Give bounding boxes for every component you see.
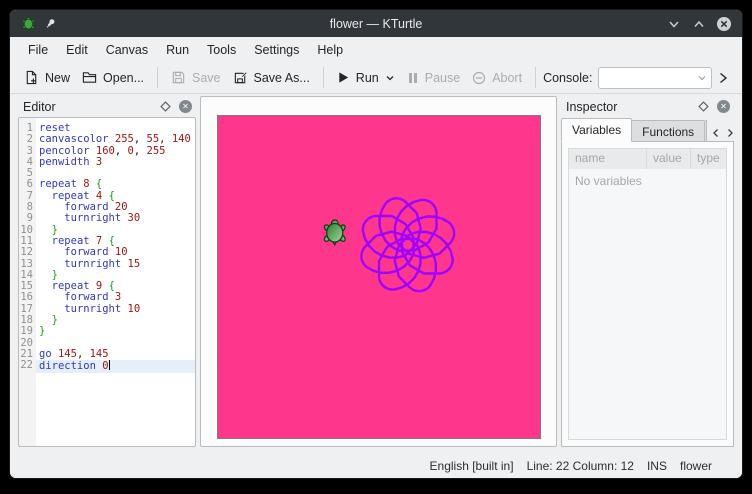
tab-scroll-right-icon[interactable]: [726, 128, 734, 138]
inspector-close-button[interactable]: ✕: [717, 100, 730, 113]
save-as-icon: [233, 70, 248, 85]
new-button-label: New: [45, 71, 70, 85]
console-input[interactable]: [599, 71, 711, 85]
main-area: Editor ✕ 1reset2canvascolor 255, 55, 140…: [10, 94, 742, 453]
console-combobox[interactable]: [598, 67, 712, 89]
save-button[interactable]: Save: [165, 66, 227, 89]
statusbar: English [built in] Line: 22 Column: 12 I…: [10, 453, 742, 478]
inspector-panel-header[interactable]: Inspector ✕: [561, 96, 734, 117]
new-button[interactable]: New: [18, 66, 76, 89]
save-as-button[interactable]: Save As...: [227, 66, 316, 89]
menu-settings[interactable]: Settings: [245, 40, 308, 60]
column-type[interactable]: type: [691, 149, 726, 169]
menu-run[interactable]: Run: [157, 40, 198, 60]
language-indicator: English [built in]: [430, 459, 514, 473]
minimize-button[interactable]: [666, 16, 682, 32]
tab-functions[interactable]: Functions: [632, 120, 705, 142]
run-play-icon: [337, 71, 350, 84]
open-button-label: Open...: [103, 71, 144, 85]
menu-canvas[interactable]: Canvas: [97, 40, 157, 60]
run-button[interactable]: Run: [331, 67, 401, 89]
insert-mode-indicator: INS: [647, 459, 667, 473]
code-line[interactable]: 19}: [19, 326, 195, 337]
toolbar-separator: [535, 67, 536, 88]
open-button[interactable]: Open...: [76, 66, 150, 89]
console-dropdown-chevron-icon[interactable]: [697, 73, 707, 83]
turtle-canvas: [218, 116, 540, 438]
inspector-tabs: Variables Functions: [561, 118, 734, 142]
turtle-canvas-frame: [217, 115, 541, 439]
pause-icon: [407, 72, 419, 84]
pin-icon[interactable]: [44, 18, 56, 30]
variables-tab-content: name value type No variables: [561, 141, 734, 447]
toolbar: New Open... Save: [10, 62, 742, 94]
window-title: flower — KTurtle: [10, 17, 742, 31]
editor-code: 1reset2canvascolor 255, 55, 1403pencolor…: [19, 123, 195, 373]
close-button[interactable]: [716, 16, 732, 32]
tab-variables[interactable]: Variables: [561, 118, 632, 142]
code-line[interactable]: 18 }: [19, 315, 195, 326]
variables-table-header: name value type: [569, 149, 726, 169]
run-dropdown-chevron-icon[interactable]: [385, 73, 395, 83]
inspector-panel-title: Inspector: [566, 100, 698, 114]
menu-tools[interactable]: Tools: [198, 40, 245, 60]
save-as-button-label: Save As...: [254, 71, 310, 85]
variables-table: name value type No variables: [568, 148, 727, 440]
pause-button[interactable]: Pause: [401, 67, 466, 89]
menu-file[interactable]: File: [19, 40, 57, 60]
document-name: flower: [680, 459, 712, 473]
app-turtle-icon: [21, 16, 36, 31]
no-variables-message: No variables: [569, 169, 726, 193]
abort-icon: [472, 71, 486, 85]
code-line[interactable]: 4penwidth 3: [19, 157, 195, 168]
menubar: File Edit Canvas Run Tools Settings Help: [10, 37, 742, 62]
column-value[interactable]: value: [647, 149, 691, 169]
titlebar[interactable]: flower — KTurtle: [10, 10, 742, 37]
maximize-button[interactable]: [691, 16, 707, 32]
cursor-position: Line: 22 Column: 12: [527, 459, 634, 473]
menu-help[interactable]: Help: [308, 40, 352, 60]
tab-scroll-left-icon[interactable]: [712, 128, 720, 138]
code-line[interactable]: 21go 145, 145: [19, 349, 195, 360]
editor-panel: Editor ✕ 1reset2canvascolor 255, 55, 140…: [18, 96, 196, 447]
toolbar-overflow-button[interactable]: [712, 68, 734, 88]
toolbar-separator: [157, 67, 158, 88]
code-line[interactable]: 22direction 0: [19, 360, 195, 372]
console-label: Console:: [543, 71, 592, 85]
inspector-float-button[interactable]: [698, 101, 709, 112]
editor-panel-title: Editor: [23, 100, 160, 114]
kturtle-window: flower — KTurtle File Edit Canvas Run To…: [9, 9, 743, 479]
new-file-icon: [24, 70, 39, 85]
canvas-panel: [200, 96, 557, 447]
save-icon: [171, 70, 186, 85]
column-name[interactable]: name: [569, 149, 647, 169]
code-editor[interactable]: 1reset2canvascolor 255, 55, 1403pencolor…: [18, 117, 196, 447]
save-button-label: Save: [192, 71, 221, 85]
open-folder-icon: [82, 70, 97, 85]
text-cursor: [109, 360, 110, 370]
editor-close-button[interactable]: ✕: [179, 100, 192, 113]
pause-button-label: Pause: [425, 71, 460, 85]
abort-button-label: Abort: [492, 71, 522, 85]
run-button-label: Run: [356, 71, 379, 85]
inspector-panel: Inspector ✕ Variables Functions: [561, 96, 734, 447]
chevron-right-icon: [717, 71, 729, 85]
editor-panel-header[interactable]: Editor ✕: [18, 96, 196, 117]
abort-button[interactable]: Abort: [466, 67, 528, 89]
toolbar-separator: [323, 67, 324, 88]
editor-float-button[interactable]: [160, 101, 171, 112]
menu-edit[interactable]: Edit: [57, 40, 97, 60]
tab-truncated: [705, 120, 707, 142]
